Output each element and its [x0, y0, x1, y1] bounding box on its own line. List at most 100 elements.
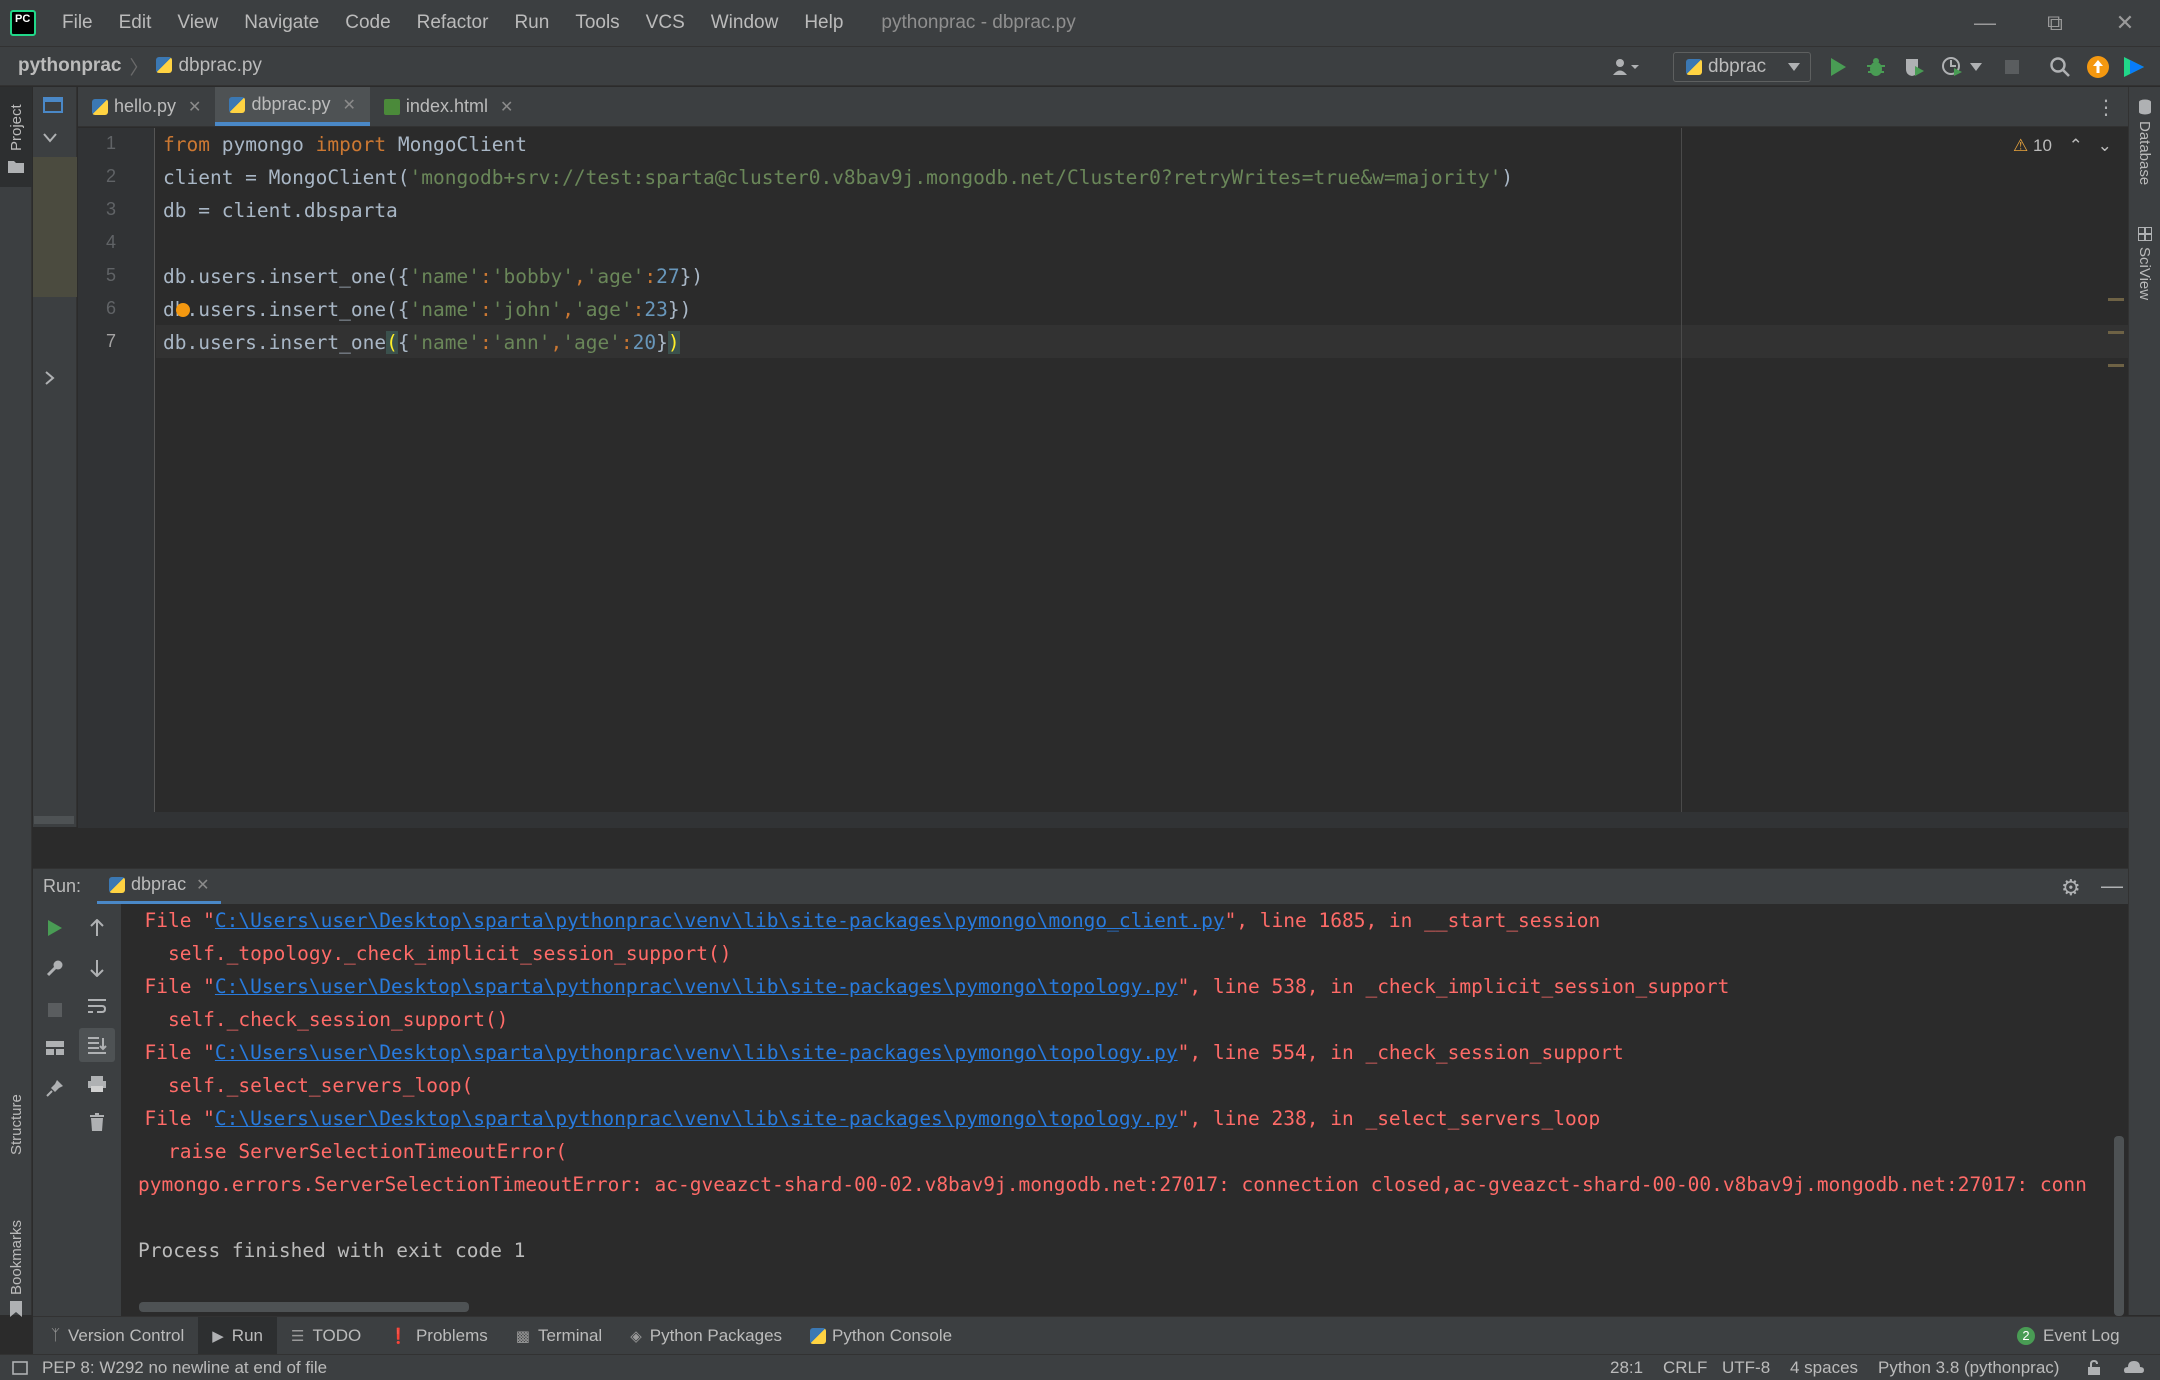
menu-window[interactable]: Window: [711, 12, 779, 34]
run-tab-dbprac[interactable]: dbprac ✕: [97, 869, 222, 905]
menu-tools[interactable]: Tools: [575, 12, 619, 34]
toggle-tool-windows-icon[interactable]: [12, 1360, 28, 1375]
warning-stripe[interactable]: [2108, 364, 2124, 367]
close-tab-icon[interactable]: ✕: [500, 97, 513, 117]
previous-highlight-icon[interactable]: ⌃: [2069, 136, 2083, 155]
caret-position[interactable]: 28:1: [1610, 1355, 1643, 1380]
menu-vcs[interactable]: VCS: [646, 12, 685, 34]
more-run-options-icon[interactable]: [1968, 53, 1984, 81]
pin-icon[interactable]: [41, 1074, 69, 1102]
process-finished-line: Process finished with exit code 1: [138, 1239, 526, 1262]
run-icon[interactable]: [1824, 53, 1852, 81]
tab-dbprac-py[interactable]: dbprac.py ✕: [215, 87, 370, 126]
file-link[interactable]: C:\Users\user\Desktop\sparta\pythonprac\…: [215, 1041, 1178, 1064]
vertical-scroll-thumb[interactable]: [2114, 1136, 2124, 1316]
menu-edit[interactable]: Edit: [119, 12, 152, 34]
tab-run[interactable]: ▶ Run: [198, 1316, 277, 1355]
tab-hello-py[interactable]: hello.py ✕: [78, 87, 215, 126]
hide-panel-icon[interactable]: —: [2101, 873, 2123, 899]
menu-code[interactable]: Code: [345, 12, 390, 34]
chevron-right-icon[interactable]: [45, 371, 55, 385]
database-tool-button[interactable]: Database: [2129, 97, 2160, 207]
run-with-coverage-icon[interactable]: [1900, 53, 1928, 81]
close-icon[interactable]: ✕: [2092, 0, 2158, 46]
update-icon[interactable]: [2084, 53, 2112, 81]
jetbrains-toolbox-icon[interactable]: [2120, 53, 2148, 81]
problems-icon: ❗: [389, 1327, 408, 1345]
indent-setting[interactable]: 4 spaces: [1790, 1355, 1858, 1380]
lock-icon[interactable]: [2086, 1360, 2102, 1376]
structure-tool-button[interactable]: Structure: [0, 1047, 32, 1167]
tab-options-icon[interactable]: ⋮: [2096, 95, 2116, 120]
rerun-icon[interactable]: [41, 914, 69, 942]
file-encoding[interactable]: UTF-8: [1722, 1355, 1770, 1380]
menu-bar: PC File Edit View Navigate Code Refactor…: [0, 0, 2160, 46]
scroll-thumb[interactable]: [34, 816, 74, 824]
scroll-to-end-icon[interactable]: [79, 1028, 115, 1062]
menu-file[interactable]: File: [62, 12, 93, 34]
stop-icon[interactable]: [1998, 53, 2026, 81]
next-highlight-icon[interactable]: ⌄: [2098, 136, 2112, 155]
run-console[interactable]: File "C:\Users\user\Desktop\sparta\pytho…: [121, 904, 2128, 1316]
settings-gear-icon[interactable]: ⚙: [2061, 875, 2081, 901]
close-tab-icon[interactable]: ✕: [188, 97, 201, 117]
expand-tree-icon[interactable]: [43, 133, 57, 143]
menu-run[interactable]: Run: [514, 12, 549, 34]
menu-navigate[interactable]: Navigate: [244, 12, 319, 34]
notifications-icon[interactable]: [2122, 1359, 2146, 1377]
tab-python-console[interactable]: Python Console: [796, 1317, 966, 1355]
horizontal-scroll-thumb[interactable]: [139, 1302, 469, 1312]
event-log-button[interactable]: 2 Event Log: [2003, 1317, 2134, 1355]
layout-icon[interactable]: [41, 1034, 69, 1062]
line-separator[interactable]: CRLF: [1663, 1355, 1707, 1380]
tab-problems[interactable]: ❗ Problems: [375, 1317, 502, 1355]
arrow-up-icon[interactable]: [83, 914, 111, 942]
trash-icon[interactable]: [83, 1108, 111, 1136]
print-icon[interactable]: [83, 1070, 111, 1098]
menu-help[interactable]: Help: [804, 12, 843, 34]
console-line: File "C:\Users\user\Desktop\sparta\pytho…: [121, 975, 1730, 998]
code-line-5: db.users.insert_one({'name':'bobby','age…: [163, 265, 704, 288]
menu-view[interactable]: View: [177, 12, 218, 34]
project-tool-label: Project: [8, 104, 25, 151]
run-config-selector[interactable]: dbprac: [1673, 52, 1811, 82]
sciview-tool-button[interactable]: SciView: [2129, 227, 2160, 337]
python-file-icon: [92, 98, 108, 115]
close-tab-icon[interactable]: ✕: [196, 875, 209, 895]
menu-refactor[interactable]: Refactor: [417, 12, 489, 34]
wrench-icon[interactable]: [41, 954, 69, 982]
stop-icon[interactable]: [41, 996, 69, 1024]
warning-stripe[interactable]: [2108, 331, 2124, 334]
minimize-icon[interactable]: —: [1952, 0, 2018, 46]
horizontal-scrollbar[interactable]: [34, 812, 2128, 828]
arrow-down-icon[interactable]: [83, 954, 111, 982]
python-file-icon: [229, 96, 246, 113]
file-link[interactable]: C:\Users\user\Desktop\sparta\pythonprac\…: [215, 909, 1225, 932]
bookmarks-tool-button[interactable]: Bookmarks: [0, 1177, 32, 1317]
panel-layout-icon[interactable]: [43, 97, 63, 113]
inspection-widget[interactable]: ⚠ 10 ⌃ ⌄: [2013, 136, 2112, 156]
project-tool-button[interactable]: Project: [0, 87, 32, 187]
tab-python-packages[interactable]: ◈ Python Packages: [616, 1317, 796, 1355]
tab-terminal[interactable]: ▩ Terminal: [502, 1317, 616, 1355]
restore-icon[interactable]: ⧉: [2022, 0, 2088, 46]
search-icon[interactable]: [2046, 53, 2074, 81]
file-link[interactable]: C:\Users\user\Desktop\sparta\pythonprac\…: [215, 975, 1178, 998]
intention-bulb-icon[interactable]: [176, 303, 190, 317]
breadcrumb-file[interactable]: dbprac.py: [156, 55, 262, 77]
close-tab-icon[interactable]: ✕: [343, 95, 356, 115]
tab-todo[interactable]: ☰ TODO: [277, 1317, 375, 1355]
python-interpreter[interactable]: Python 3.8 (pythonprac): [1878, 1355, 2059, 1380]
breadcrumb-project[interactable]: pythonprac: [18, 55, 121, 77]
file-link[interactable]: C:\Users\user\Desktop\sparta\pythonprac\…: [215, 1107, 1178, 1130]
code-editor[interactable]: 1 2 3 4 5 6 7 from pymongo import MongoC…: [34, 128, 2128, 828]
window-title: pythonprac - dbprac.py: [881, 12, 1076, 33]
debug-icon[interactable]: [1862, 53, 1890, 81]
soft-wrap-icon[interactable]: [83, 992, 111, 1020]
account-icon[interactable]: [1608, 53, 1644, 81]
tab-index-html[interactable]: index.html ✕: [370, 87, 527, 126]
profile-icon[interactable]: [1938, 53, 1966, 81]
tab-version-control[interactable]: ᛉ Version Control: [37, 1317, 198, 1355]
line-number: 2: [105, 166, 116, 186]
warning-stripe[interactable]: [2108, 298, 2124, 301]
